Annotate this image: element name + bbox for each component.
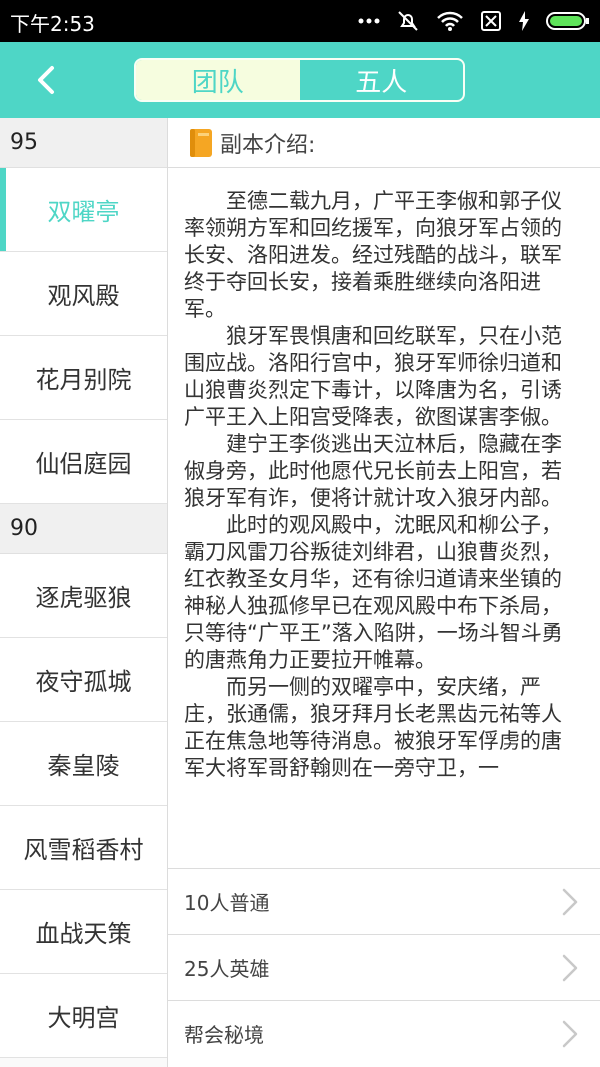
mode-segmented-control: 团队 五人 [134, 58, 465, 102]
chevron-right-icon [562, 888, 578, 915]
detail-panel: 副本介绍: 至德二载九月，广平王李俶和郭子仪率领朔方军和回纥援军，向狼牙军占领的… [168, 118, 600, 1067]
level-header-95: 95 [0, 118, 167, 168]
dungeon-item-huayuebieyuan[interactable]: 花月别院 [0, 336, 167, 420]
mode-label: 10人普通 [184, 891, 270, 915]
wifi-icon [437, 11, 463, 31]
intro-title: 副本介绍: [220, 132, 316, 158]
dungeon-item-zhuhuqulang[interactable]: 逐虎驱狼 [0, 554, 167, 638]
charging-icon [519, 11, 529, 31]
chevron-left-icon [38, 66, 54, 94]
mode-guild-secret[interactable]: 帮会秘境 [168, 1000, 600, 1066]
intro-paragraph: 建宁王李倓逃出天泣林后，隐藏在李俶身旁，此时他愿代兄长前去上阳宫，若狼牙军有诈，… [184, 432, 562, 510]
status-time: 下午2:53 [10, 12, 95, 36]
dungeon-item-yeshougucheng[interactable]: 夜守孤城 [0, 638, 167, 722]
intro-text[interactable]: 至德二载九月，广平王李俶和郭子仪率领朔方军和回纥援军，向狼牙军占领的长安、洛阳进… [168, 168, 600, 868]
mode-label: 25人英雄 [184, 957, 270, 981]
dungeon-sidebar: 95 双曜亭 观风殿 花月别院 仙侣庭园 90 逐虎驱狼 夜守孤城 秦皇陵 风雪… [0, 118, 168, 1067]
dungeon-item-guanfengdian[interactable]: 观风殿 [0, 252, 167, 336]
book-icon [190, 128, 212, 157]
chevron-right-icon [562, 954, 578, 981]
intro-paragraph: 而另一侧的双曜亭中，安庆绪，严庄，张通儒，狼牙拜月长老黑齿元祐等人正在焦急地等待… [184, 675, 562, 780]
dungeon-item-qinhuangling[interactable]: 秦皇陵 [0, 722, 167, 806]
more-dots-icon [358, 18, 380, 24]
difficulty-list: 10人普通 25人英雄 帮会秘境 [168, 868, 600, 1066]
dungeon-item-fengxuedaoxiangcun[interactable]: 风雪稻香村 [0, 806, 167, 890]
mute-icon [398, 11, 418, 31]
tab-team[interactable]: 团队 [136, 60, 300, 100]
status-bar: 下午2:53 [0, 0, 600, 42]
intro-paragraph: 狼牙军畏惧唐和回纥联军，只在小范围应战。洛阳行宫中，狼牙军师徐归道和山狼曹炎烈定… [184, 324, 562, 429]
dungeon-item-shuangyaoting[interactable]: 双曜亭 [0, 168, 167, 252]
title-bar: 团队 五人 [0, 42, 600, 118]
intro-paragraph: 此时的观风殿中，沈眠风和柳公子，霸刀风雷刀谷叛徒刘绯君，山狼曹炎烈，红衣教圣女月… [184, 513, 563, 672]
dungeon-item-damingong[interactable]: 大明宫 [0, 974, 167, 1058]
battery-icon [546, 12, 589, 30]
mode-label: 帮会秘境 [184, 1023, 264, 1047]
intro-paragraph: 至德二载九月，广平王李俶和郭子仪率领朔方军和回纥援军，向狼牙军占领的长安、洛阳进… [184, 189, 562, 321]
mode-25-heroic[interactable]: 25人英雄 [168, 934, 600, 1000]
dungeon-item-xianlvtingyuan[interactable]: 仙侣庭园 [0, 420, 167, 504]
mode-10-normal[interactable]: 10人普通 [168, 868, 600, 934]
back-button[interactable] [30, 62, 66, 98]
sim-off-icon [481, 11, 501, 31]
chevron-right-icon [562, 1020, 578, 1047]
tab-five-person[interactable]: 五人 [300, 60, 464, 100]
intro-header: 副本介绍: [168, 118, 600, 168]
level-header-90: 90 [0, 504, 167, 554]
status-icons [358, 8, 590, 34]
dungeon-item-xuezhantiance[interactable]: 血战天策 [0, 890, 167, 974]
